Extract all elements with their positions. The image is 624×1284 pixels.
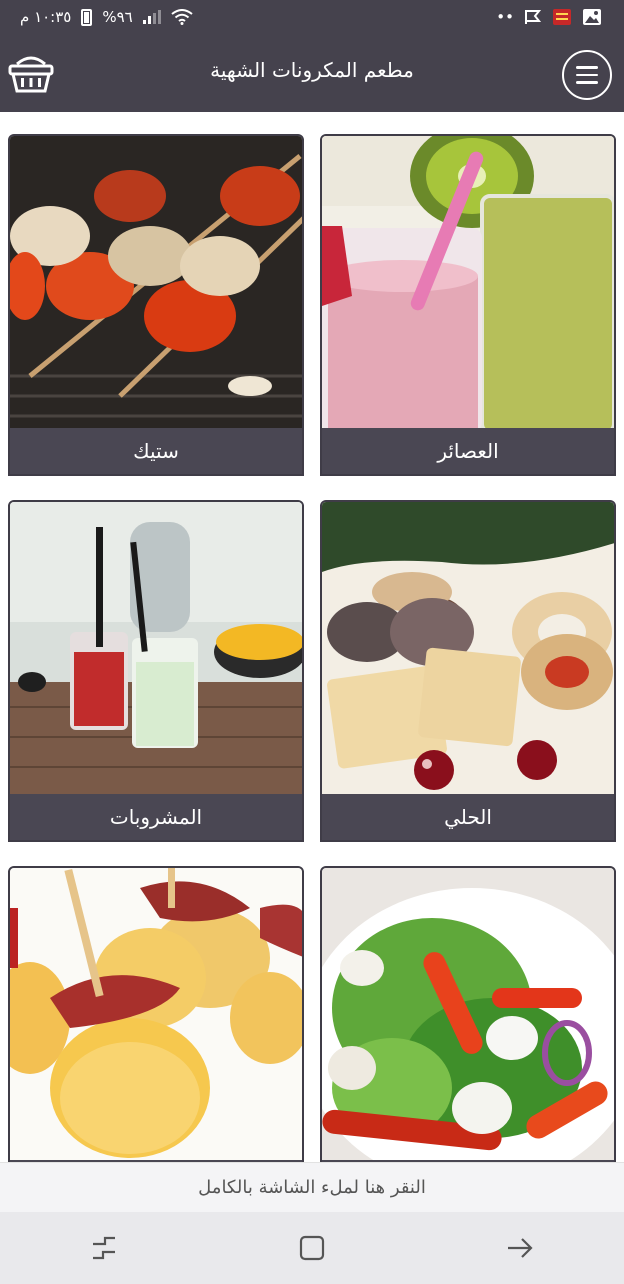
category-label: الحلي [322,794,614,840]
system-nav-bar [0,1212,624,1284]
category-grid: العصائر ستيك الحلي المشروبات [0,112,624,1162]
status-bar-left: ١٠:٣٥ م %٩٦ [20,8,193,26]
gallery-icon [583,9,601,25]
category-card-appetizers[interactable] [8,866,304,1162]
clock: ١٠:٣٥ م [20,8,72,26]
cookies-pastries-photo [322,502,614,798]
category-label: المشروبات [10,794,302,840]
signal-icon [142,10,161,24]
category-card-drinks[interactable]: المشروبات [8,500,304,842]
page-title: مطعم المكرونات الشهية [210,58,414,82]
app-bar: مطعم المكرونات الشهية [0,34,624,112]
status-bar: ١٠:٣٥ م %٩٦ •• [0,0,624,34]
back-button[interactable] [500,1228,540,1268]
status-bar-right: •• [496,8,602,26]
app-badge-icon [553,9,571,25]
bacon-croquettes-photo [10,868,302,1162]
category-card-salads[interactable] [320,866,616,1162]
more-dots-icon: •• [496,7,514,26]
juice-smoothies-photo [322,136,614,432]
recent-apps-icon [93,1236,115,1260]
battery-percent: %٩٦ [102,8,133,26]
category-card-sweets[interactable]: الحلي [320,500,616,842]
category-card-steak[interactable]: ستيك [8,134,304,476]
menu-icon [576,66,598,69]
wifi-icon [171,9,193,25]
menu-button[interactable] [562,50,612,100]
cocktail-drinks-photo [10,502,302,798]
home-button[interactable] [292,1228,332,1268]
mixed-salad-photo [322,868,614,1162]
home-icon [299,1235,325,1261]
category-label: العصائر [322,428,614,474]
category-card-juices[interactable]: العصائر [320,134,616,476]
checkmark-flag-icon [525,10,542,24]
grilled-kebab-skewers-photo [10,136,302,432]
back-icon [508,1238,533,1258]
recent-apps-button[interactable] [84,1228,124,1268]
category-label: ستيك [10,428,302,474]
battery-icon [81,8,93,26]
fullscreen-banner[interactable]: النقر هنا لملء الشاشة بالكامل [0,1162,624,1212]
